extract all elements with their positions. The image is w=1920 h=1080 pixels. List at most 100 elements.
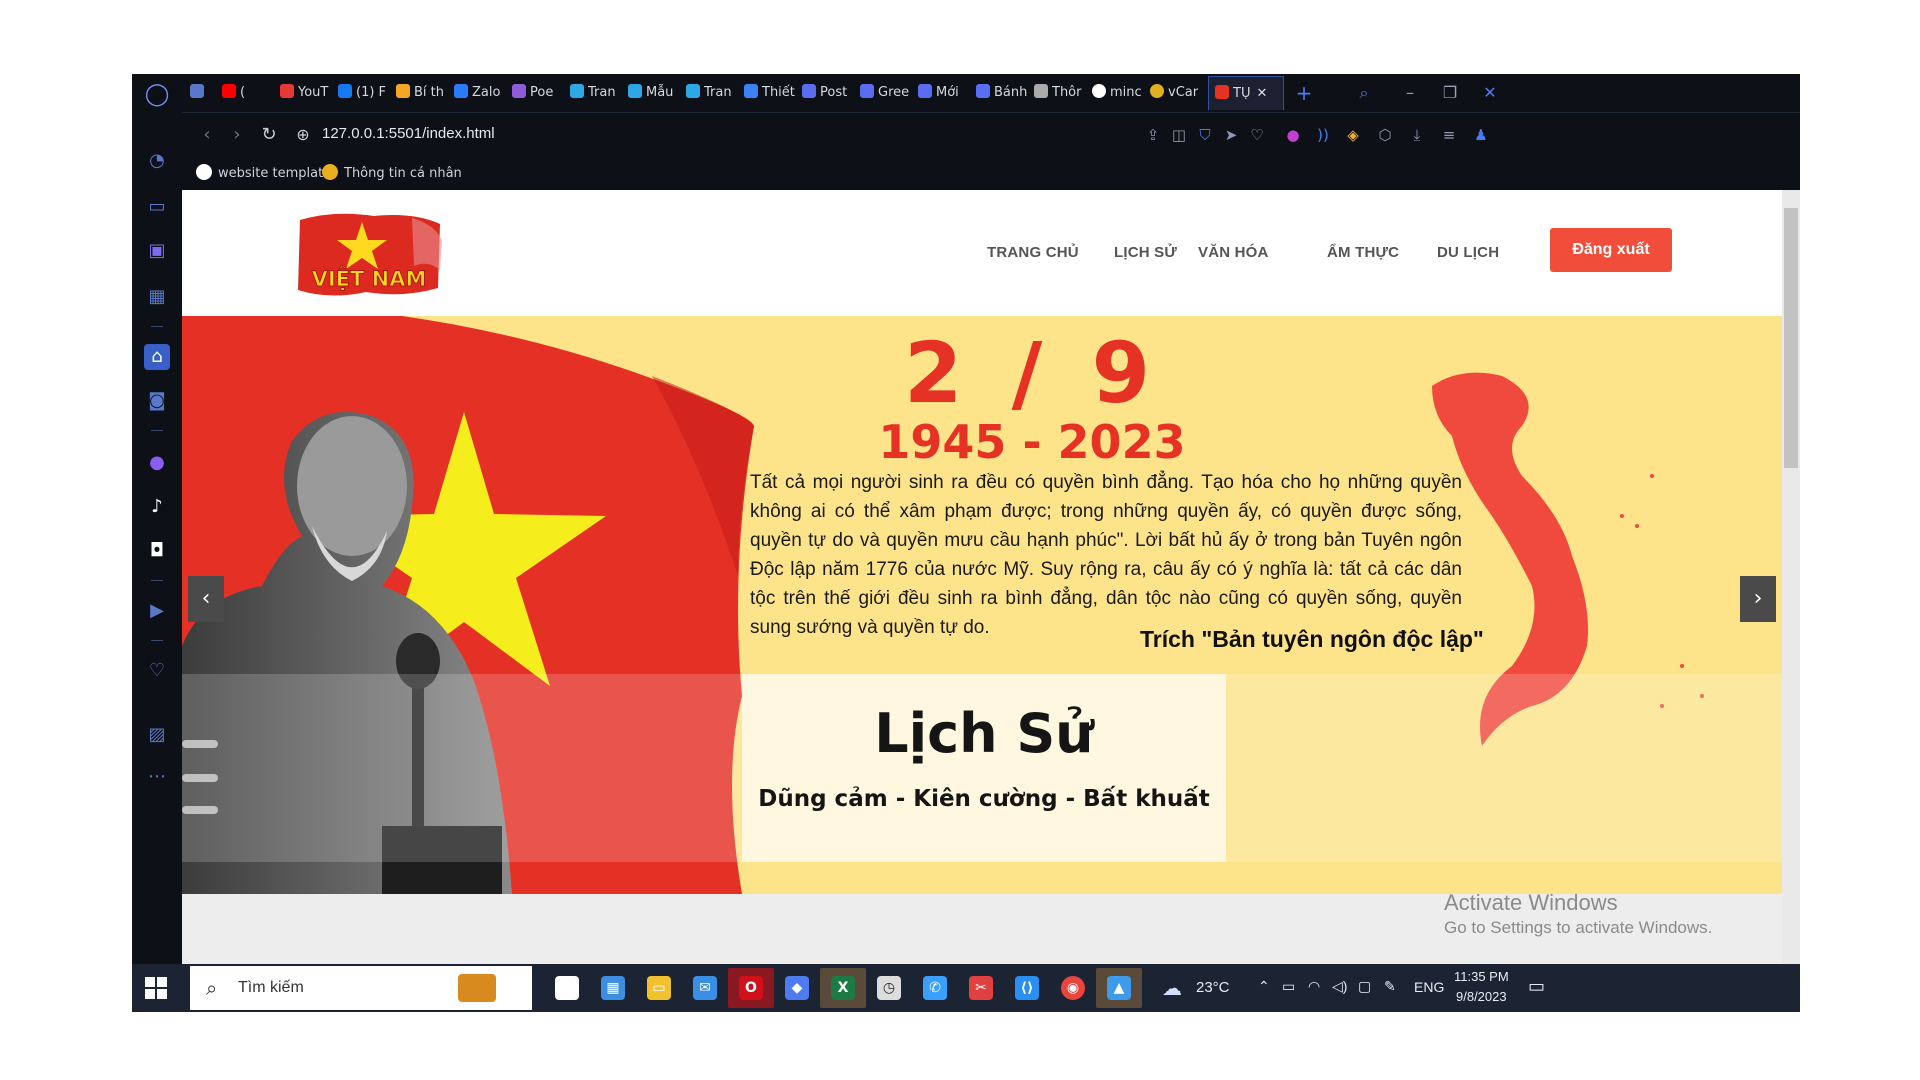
more-icon[interactable]: ⋯	[144, 764, 170, 790]
tab[interactable]: Poe	[512, 82, 570, 104]
opera-icon[interactable]: O	[728, 968, 774, 1008]
tab[interactable]: Post	[802, 82, 860, 104]
carousel-next-button[interactable]: ›	[1740, 576, 1776, 622]
tab[interactable]	[190, 82, 226, 104]
copilot-icon[interactable]: ◆	[774, 968, 820, 1008]
back-icon[interactable]: ‹	[196, 124, 218, 146]
tab[interactable]: Thiết	[744, 82, 802, 104]
carousel-indicator[interactable]	[182, 740, 218, 748]
tab[interactable]: Tran	[570, 82, 628, 104]
notification-icon[interactable]: ▭	[1528, 976, 1545, 997]
scroll-thumb[interactable]	[1784, 208, 1798, 468]
nav-cuisine[interactable]: ẨM THỰC	[1327, 244, 1399, 261]
logout-button[interactable]: Đăng xuất	[1550, 228, 1672, 272]
tab[interactable]: Thôr	[1034, 82, 1092, 104]
profile-icon[interactable]: ♟	[1470, 125, 1492, 145]
home-icon[interactable]: ⌂	[144, 344, 170, 370]
weather-cloud-icon[interactable]: ☁	[1162, 976, 1182, 1001]
gallery-icon[interactable]: ▨	[144, 722, 170, 748]
shield-icon[interactable]: ⛉	[1194, 125, 1216, 145]
extension-icon[interactable]: ●	[1282, 125, 1304, 145]
new-tab-icon[interactable]: +	[1292, 82, 1316, 104]
bookmark-item[interactable]: Thông tin cá nhân	[322, 164, 462, 183]
tab[interactable]: Zalo	[454, 82, 512, 104]
clock-date[interactable]: 9/8/2023	[1456, 989, 1507, 1004]
restore-icon[interactable]: ❐	[1438, 82, 1462, 104]
search-tabs-icon[interactable]: ⌕	[1352, 82, 1376, 104]
briefcase-icon[interactable]	[458, 974, 496, 1002]
nav-travel[interactable]: DU LỊCH	[1437, 244, 1499, 261]
cpu-icon[interactable]: ▦	[144, 284, 170, 310]
tab[interactable]: minc	[1092, 82, 1150, 104]
download-icon[interactable]: ⤓	[1406, 125, 1428, 145]
volume-icon[interactable]: ◁)	[1332, 978, 1347, 995]
carousel-indicator[interactable]	[182, 774, 218, 782]
tab[interactable]: Bánh	[976, 82, 1034, 104]
close-window-icon[interactable]: ✕	[1478, 82, 1502, 104]
gaming-icon[interactable]: ◙	[144, 388, 170, 414]
messenger-icon[interactable]: ✆	[912, 968, 958, 1008]
heart-icon[interactable]: ♡	[1246, 125, 1268, 145]
forward-icon[interactable]: ›	[226, 124, 248, 146]
nav-culture[interactable]: VĂN HÓA	[1198, 244, 1269, 261]
clock-time[interactable]: 11:35 PM	[1454, 969, 1509, 984]
messenger-icon[interactable]: ●	[144, 450, 170, 476]
tab[interactable]: vCar	[1150, 82, 1208, 104]
menu-icon[interactable]: ≡	[1438, 125, 1460, 145]
language-indicator[interactable]: ENG	[1414, 979, 1444, 995]
player-icon[interactable]: ▶	[144, 598, 170, 624]
bookmark-item[interactable]: website template	[196, 164, 331, 183]
tab[interactable]: Tran	[686, 82, 744, 104]
cube-icon[interactable]: ⬡	[1374, 125, 1396, 145]
minimize-icon[interactable]: –	[1398, 82, 1422, 104]
task-view-icon[interactable]: ▯	[544, 968, 590, 1008]
windows-start-icon[interactable]	[144, 976, 168, 1000]
vietnam-logo[interactable]: VIỆT NAM	[294, 210, 444, 302]
opera-logo-icon[interactable]: ◯	[144, 82, 170, 108]
close-tab-icon[interactable]: ✕	[1256, 86, 1267, 101]
url-field[interactable]: 127.0.0.1:5501/index.html	[322, 125, 495, 142]
pen-icon[interactable]: ✎	[1384, 978, 1396, 995]
heart-icon[interactable]: ♡	[144, 658, 170, 684]
tab[interactable]: Mới	[918, 82, 976, 104]
carousel-prev-button[interactable]: ‹	[188, 576, 224, 622]
carousel-indicator[interactable]	[182, 806, 218, 814]
discord-icon[interactable]: ◘	[144, 538, 170, 564]
tab[interactable]: YouT	[280, 82, 338, 104]
chrome-icon[interactable]: ◉	[1050, 968, 1096, 1008]
clock-icon[interactable]: ◷	[866, 968, 912, 1008]
nav-history[interactable]: LỊCH SỬ	[1114, 244, 1177, 261]
nav-home[interactable]: TRANG CHỦ	[987, 244, 1079, 261]
camera-icon[interactable]: ◫	[1168, 125, 1190, 145]
tiktok-icon[interactable]: ♪	[144, 494, 170, 520]
page-scrollbar[interactable]	[1782, 190, 1800, 964]
mail-icon[interactable]: ✉	[682, 968, 728, 1008]
taskbar-search[interactable]: ⌕ Tìm kiếm	[190, 966, 532, 1010]
chevron-up-icon[interactable]: ⌃	[1258, 978, 1270, 995]
tab[interactable]: Mẫu	[628, 82, 686, 104]
tab[interactable]: (1) F	[338, 82, 396, 104]
wave-icon[interactable]: ))	[1312, 125, 1334, 145]
meeting-icon[interactable]: ▢	[1358, 978, 1371, 995]
wifi-icon[interactable]: ◠	[1308, 978, 1320, 995]
tab[interactable]: Gree	[860, 82, 918, 104]
photos-icon[interactable]: ▲	[1096, 968, 1142, 1008]
store-icon[interactable]: ▦	[590, 968, 636, 1008]
send-icon[interactable]: ➤	[1220, 125, 1242, 145]
reload-icon[interactable]: ↻	[258, 124, 280, 146]
tab[interactable]: (	[222, 82, 280, 104]
coin-icon	[1150, 84, 1164, 98]
tab-active[interactable]: TỤ ✕	[1208, 76, 1284, 110]
workspace-icon[interactable]: ▭	[144, 194, 170, 220]
share-icon[interactable]: ⇪	[1142, 125, 1164, 145]
weather-temp[interactable]: 23°C	[1196, 979, 1230, 996]
tab[interactable]: Bí th	[396, 82, 454, 104]
vscode-icon[interactable]: ⟨⟩	[1004, 968, 1050, 1008]
battery-icon[interactable]: ▭	[1282, 978, 1295, 995]
speed-dial-icon[interactable]: ◔	[144, 148, 170, 174]
extension-icon[interactable]: ◈	[1342, 125, 1364, 145]
excel-icon[interactable]: X	[820, 968, 866, 1008]
snip-icon[interactable]: ✂	[958, 968, 1004, 1008]
file-explorer-icon[interactable]: ▭	[636, 968, 682, 1008]
twitch-icon[interactable]: ▣	[144, 238, 170, 264]
